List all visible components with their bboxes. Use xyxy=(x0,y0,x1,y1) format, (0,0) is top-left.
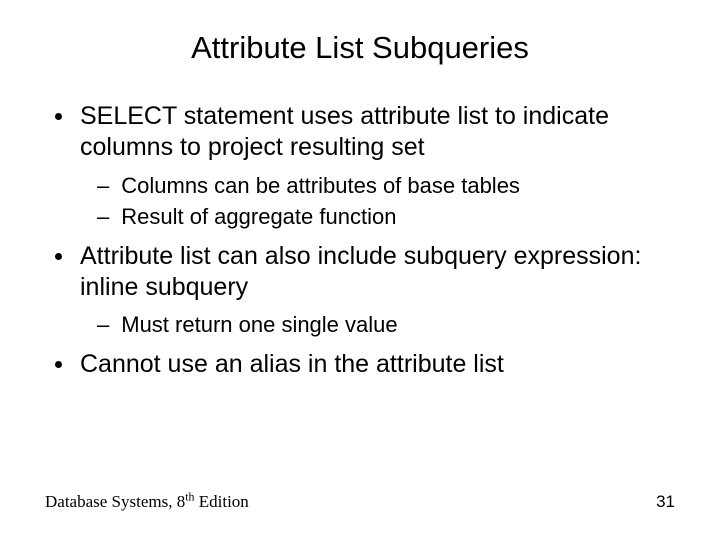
bullet-dash-icon: – xyxy=(97,311,109,339)
bullet-text: SELECT statement uses attribute list to … xyxy=(80,101,675,164)
slide: Attribute List Subqueries SELECT stateme… xyxy=(0,0,720,540)
page-title: Attribute List Subqueries xyxy=(45,30,675,66)
bullet-level-1: SELECT statement uses attribute list to … xyxy=(45,101,675,164)
bullet-level-1: Attribute list can also include subquery… xyxy=(45,241,675,304)
footer-text: Database Systems, 8th Edition xyxy=(45,492,249,512)
bullet-dash-icon: – xyxy=(97,172,109,200)
bullet-dash-icon: – xyxy=(97,203,109,231)
bullet-level-2: – Columns can be attributes of base tabl… xyxy=(45,172,675,200)
content-body: SELECT statement uses attribute list to … xyxy=(45,101,675,380)
bullet-dot-icon xyxy=(55,361,62,368)
slide-footer: Database Systems, 8th Edition 31 xyxy=(45,492,675,512)
bullet-text: Attribute list can also include subquery… xyxy=(80,241,675,304)
page-number: 31 xyxy=(656,492,675,512)
footer-suffix: Edition xyxy=(194,492,248,511)
bullet-level-2: – Must return one single value xyxy=(45,311,675,339)
bullet-text: Result of aggregate function xyxy=(121,203,675,231)
bullet-dot-icon xyxy=(55,253,62,260)
bullet-text: Cannot use an alias in the attribute lis… xyxy=(80,349,675,380)
bullet-level-2: – Result of aggregate function xyxy=(45,203,675,231)
bullet-level-1: Cannot use an alias in the attribute lis… xyxy=(45,349,675,380)
bullet-dot-icon xyxy=(55,113,62,120)
bullet-text: Columns can be attributes of base tables xyxy=(121,172,675,200)
footer-prefix: Database Systems, 8 xyxy=(45,492,185,511)
bullet-text: Must return one single value xyxy=(121,311,675,339)
